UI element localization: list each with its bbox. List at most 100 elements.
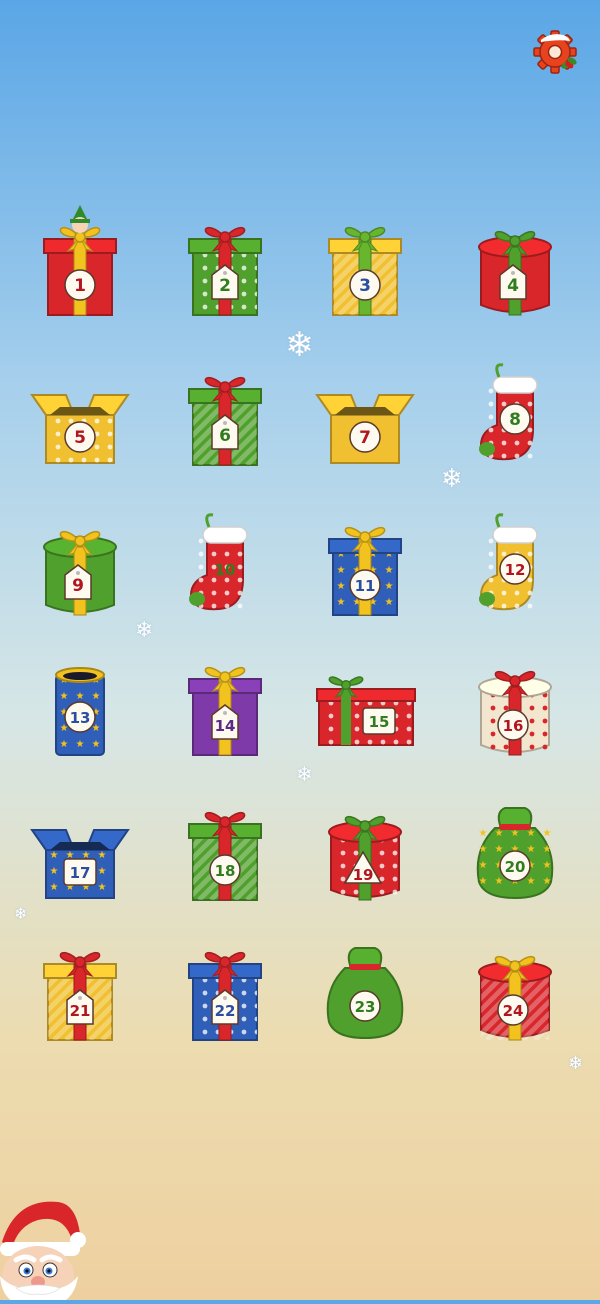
advent-day-6[interactable]: 6 bbox=[165, 355, 285, 475]
day-number-label: 18 bbox=[215, 862, 236, 880]
day-number-tag: 3 bbox=[349, 269, 381, 301]
advent-day-12[interactable]: 12 bbox=[455, 505, 575, 625]
day-number-label: 7 bbox=[359, 428, 371, 448]
day-number-tag: 18 bbox=[209, 854, 241, 886]
gift-drum-icon: 4 bbox=[478, 230, 552, 316]
gift-box-icon: 21 bbox=[43, 951, 117, 1041]
advent-day-11[interactable]: ★★★★★★★★★★★★★★★★11 bbox=[305, 505, 425, 625]
day-number-tag: 1 bbox=[64, 269, 96, 301]
advent-day-23[interactable]: 23 bbox=[305, 930, 425, 1050]
advent-day-5[interactable]: 5 bbox=[20, 355, 140, 475]
gift-box-icon: ★★★★★★★★★★★★★★★★11 bbox=[328, 526, 402, 616]
gift-drum-icon: 19 bbox=[328, 815, 402, 901]
day-number-tag: 5 bbox=[64, 421, 96, 453]
day-number-label: 22 bbox=[215, 1002, 236, 1020]
day-number-label: 16 bbox=[503, 717, 524, 735]
advent-calendar-grid: 12345678910★★★★★★★★★★★★★★★★1112★★★★★★★★★… bbox=[0, 0, 600, 1300]
day-number-label: 24 bbox=[503, 1002, 524, 1020]
advent-day-24[interactable]: 24 bbox=[455, 930, 575, 1050]
svg-text:★: ★ bbox=[98, 866, 107, 877]
svg-text:★: ★ bbox=[50, 866, 59, 877]
gift-box-icon: 14 bbox=[188, 666, 262, 756]
gift-box-icon: 6 bbox=[188, 376, 262, 466]
advent-day-9[interactable]: 9 bbox=[20, 505, 140, 625]
advent-day-4[interactable]: 4 bbox=[455, 205, 575, 325]
svg-text:★: ★ bbox=[60, 739, 69, 750]
day-number-tag: 11 bbox=[349, 569, 381, 601]
advent-day-10[interactable]: 10 bbox=[165, 505, 285, 625]
day-number-label: 3 bbox=[359, 276, 371, 296]
svg-text:★: ★ bbox=[50, 850, 59, 861]
svg-text:★: ★ bbox=[495, 844, 504, 855]
day-number-tag: 10 bbox=[215, 561, 236, 579]
day-number-label: 10 bbox=[215, 561, 236, 579]
day-number-label: 6 bbox=[219, 426, 231, 446]
day-number-label: 20 bbox=[505, 858, 526, 876]
day-number-label: 15 bbox=[369, 713, 390, 731]
svg-text:★: ★ bbox=[543, 828, 552, 839]
advent-day-15[interactable]: 15 bbox=[305, 645, 425, 765]
santa-avatar bbox=[0, 1190, 90, 1304]
gift-box-icon: 1 bbox=[43, 205, 117, 316]
advent-day-17[interactable]: ★★★★★★★★★★★★17 bbox=[20, 790, 140, 910]
elf-icon bbox=[70, 205, 90, 233]
day-number-label: 5 bbox=[74, 428, 86, 448]
svg-text:★: ★ bbox=[385, 565, 394, 576]
advent-day-18[interactable]: 18 bbox=[165, 790, 285, 910]
gift-stocking-icon: 12 bbox=[479, 513, 538, 611]
day-number-tag: 7 bbox=[349, 421, 381, 453]
svg-text:★: ★ bbox=[495, 876, 504, 887]
day-number-tag: 20 bbox=[499, 850, 531, 882]
svg-text:★: ★ bbox=[479, 876, 488, 887]
advent-day-21[interactable]: 21 bbox=[20, 930, 140, 1050]
gift-sack-icon: ★★★★★★★★★★★★★★★★★★★★20 bbox=[476, 807, 554, 900]
svg-text:★: ★ bbox=[76, 739, 85, 750]
gift-openbox-icon: ★★★★★★★★★★★★17 bbox=[30, 829, 130, 899]
svg-text:★: ★ bbox=[527, 876, 536, 887]
day-number-label: 13 bbox=[70, 709, 91, 727]
day-number-label: 9 bbox=[72, 576, 84, 596]
gift-box-icon: 3 bbox=[328, 226, 402, 316]
svg-text:★: ★ bbox=[92, 739, 101, 750]
day-number-label: 21 bbox=[70, 1002, 91, 1020]
svg-text:★: ★ bbox=[50, 882, 59, 893]
advent-day-7[interactable]: 7 bbox=[305, 355, 425, 475]
day-number-label: 12 bbox=[505, 561, 526, 579]
day-number-tag: 13 bbox=[64, 701, 96, 733]
advent-day-22[interactable]: 22 bbox=[165, 930, 285, 1050]
gift-sack-icon: 23 bbox=[326, 947, 404, 1040]
gift-tube-icon: ★★★★★★★★★★★★★★★13 bbox=[55, 667, 105, 756]
day-number-tag: 17 bbox=[63, 858, 97, 886]
gift-long-icon: 15 bbox=[316, 676, 416, 746]
day-number-label: 4 bbox=[507, 276, 519, 296]
day-number-label: 2 bbox=[219, 276, 231, 296]
advent-day-20[interactable]: ★★★★★★★★★★★★★★★★★★★★20 bbox=[455, 790, 575, 910]
day-number-tag: 12 bbox=[499, 553, 531, 585]
svg-text:★: ★ bbox=[543, 876, 552, 887]
advent-day-13[interactable]: ★★★★★★★★★★★★★★★13 bbox=[20, 645, 140, 765]
advent-day-19[interactable]: 19 bbox=[305, 790, 425, 910]
advent-day-2[interactable]: 2 bbox=[165, 205, 285, 325]
day-number-tag: 15 bbox=[362, 707, 396, 735]
advent-day-3[interactable]: 3 bbox=[305, 205, 425, 325]
gift-box-icon: 22 bbox=[188, 951, 262, 1041]
advent-day-16[interactable]: 16 bbox=[455, 645, 575, 765]
advent-day-1[interactable]: 1 bbox=[20, 205, 140, 325]
svg-text:★: ★ bbox=[385, 597, 394, 608]
svg-text:★: ★ bbox=[479, 844, 488, 855]
svg-text:★: ★ bbox=[76, 691, 85, 702]
svg-text:★: ★ bbox=[543, 844, 552, 855]
gift-openbox-icon: 5 bbox=[30, 394, 130, 464]
gift-stocking-icon: 10 bbox=[189, 513, 248, 611]
day-number-label: 17 bbox=[70, 864, 91, 882]
day-number-label: 14 bbox=[215, 717, 236, 735]
day-number-label: 1 bbox=[74, 276, 86, 296]
gift-stocking-icon: 8 bbox=[479, 363, 538, 461]
svg-text:★: ★ bbox=[337, 581, 346, 592]
advent-day-14[interactable]: 14 bbox=[165, 645, 285, 765]
gift-openbox-icon: 7 bbox=[315, 394, 415, 464]
advent-day-8[interactable]: 8 bbox=[455, 355, 575, 475]
gift-box-icon: 2 bbox=[188, 226, 262, 316]
svg-text:★: ★ bbox=[98, 850, 107, 861]
day-number-tag: 16 bbox=[497, 709, 529, 741]
